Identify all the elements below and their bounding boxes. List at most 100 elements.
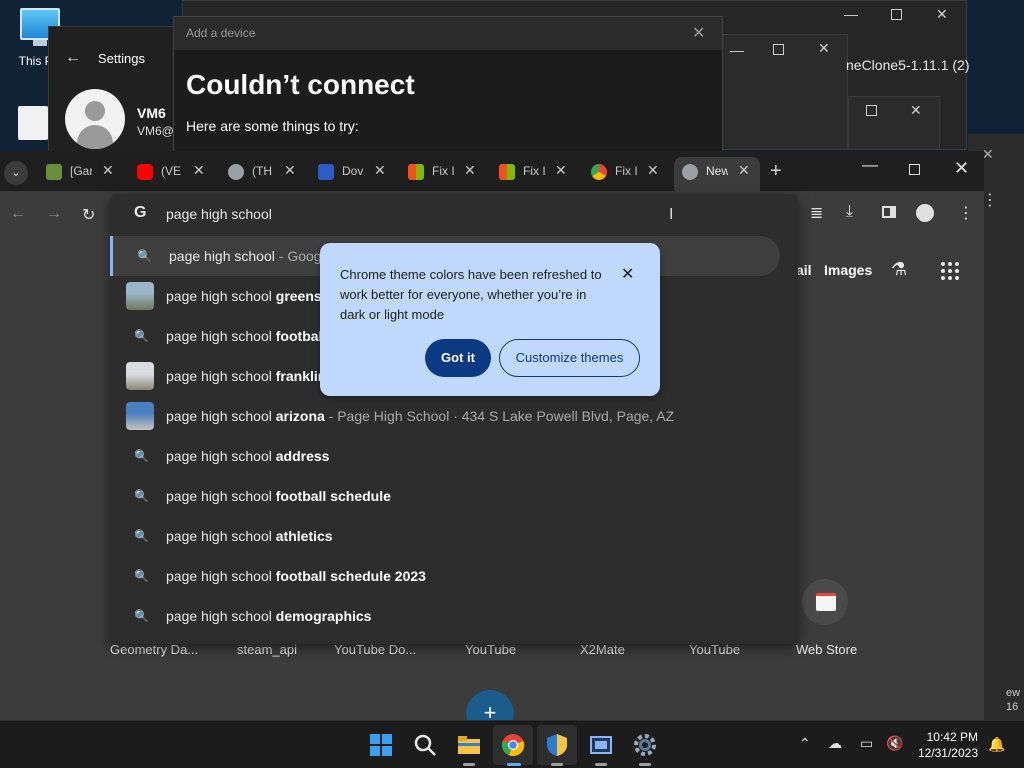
clock-date: 12/31/2023 <box>917 746 978 760</box>
forward-button[interactable]: → <box>46 205 62 223</box>
maximize-icon[interactable] <box>773 44 784 55</box>
gmail-link[interactable]: ail <box>796 262 812 278</box>
tab-title: Fix I <box>523 164 545 178</box>
suggestion-bold: address <box>275 448 330 464</box>
back-button[interactable]: ← <box>10 205 26 223</box>
cloud-offline-icon[interactable]: ☁ <box>828 735 842 752</box>
google-g-icon: G <box>134 204 147 221</box>
avatar-body <box>77 125 113 149</box>
suggestion-item[interactable]: 🔍 page high school address <box>110 436 798 476</box>
profile-icon[interactable] <box>916 204 934 222</box>
suggestion-text: page high school football <box>166 328 326 344</box>
got-it-button[interactable]: Got it <box>425 339 491 377</box>
settings-gear-icon[interactable] <box>633 733 657 757</box>
suggestion-text: page high school football schedule <box>166 488 391 504</box>
tab-close-icon[interactable]: ✕ <box>374 162 386 179</box>
side-panel-icon[interactable] <box>882 206 896 218</box>
chrome-window: ⌄ [Gar ✕ (VE ✕ (TH ✕ Dov ✕ Fix I ✕ Fix I… <box>0 151 984 738</box>
tab-title: Dov <box>342 164 364 178</box>
more-icon[interactable]: ⋮ <box>982 190 998 210</box>
suggestion-item[interactable]: 🔍 page high school football schedule <box>110 476 798 516</box>
maximize-icon[interactable] <box>866 105 877 116</box>
shortcut-label[interactable]: Geometry Da... <box>110 642 198 657</box>
suggestion-item[interactable]: 🔍 page high school football schedule 202… <box>110 556 798 596</box>
shortcut-label[interactable]: YouTube Do... <box>334 642 416 657</box>
volume-muted-icon[interactable]: 🔇 <box>886 735 903 752</box>
tab-close-icon[interactable]: ✕ <box>647 162 659 179</box>
search-icon: 🔍 <box>134 449 149 463</box>
close-button[interactable]: ✕ <box>954 158 969 179</box>
shield-icon[interactable] <box>545 733 569 757</box>
close-icon[interactable]: ✕ <box>621 264 634 284</box>
shortcut-label[interactable]: X2Mate <box>580 642 625 657</box>
tab-3[interactable]: Dov ✕ <box>318 159 390 185</box>
download-icon[interactable]: ⤓ <box>846 203 853 221</box>
chrome-icon[interactable] <box>501 733 525 757</box>
minimize-icon[interactable]: — <box>730 42 744 58</box>
network-icon[interactable]: ▭ <box>860 735 873 752</box>
suggestion-base: page high school <box>166 568 276 584</box>
media-player-icon[interactable] <box>589 733 613 757</box>
address-bar[interactable]: G page high school <box>110 194 798 234</box>
tab-close-icon[interactable]: ✕ <box>738 162 750 179</box>
shortcut-label[interactable]: YouTube <box>689 642 740 657</box>
close-icon[interactable]: ✕ <box>936 6 948 23</box>
close-icon[interactable]: ✕ <box>818 40 830 57</box>
windows-start-icon[interactable] <box>369 733 393 757</box>
clock[interactable]: 10:42 PM 12/31/2023 <box>904 729 978 761</box>
tab-7-active[interactable]: New ✕ <box>682 159 754 185</box>
settings-title: Settings <box>98 51 145 66</box>
suggestion-bold: franklin <box>275 368 327 384</box>
reload-button[interactable]: ↻ <box>82 205 95 225</box>
suggestion-item[interactable]: page high school arizona - Page High Sch… <box>110 396 798 436</box>
google-apps-icon[interactable] <box>941 262 959 280</box>
menu-icon[interactable]: ⋮ <box>958 203 974 223</box>
file-explorer-icon[interactable] <box>457 733 481 757</box>
address-bar-query[interactable]: page high school <box>166 206 272 222</box>
minimize-icon[interactable]: — <box>844 6 858 22</box>
search-icon: 🔍 <box>134 609 149 623</box>
tab-search-dropdown[interactable]: ⌄ <box>4 161 28 185</box>
tab-6[interactable]: Fix I ✕ <box>591 159 663 185</box>
globe-icon <box>228 164 244 180</box>
notification-bell-icon[interactable]: 🔔 <box>988 736 1005 753</box>
desktop-file-icon[interactable] <box>18 106 48 140</box>
close-icon[interactable]: ✕ <box>692 23 705 43</box>
tab-close-icon[interactable]: ✕ <box>193 162 205 179</box>
tab-close-icon[interactable]: ✕ <box>555 162 567 179</box>
shortcut-label[interactable]: YouTube <box>465 642 516 657</box>
search-icon[interactable] <box>413 733 437 757</box>
labs-flask-icon[interactable]: ⚗ <box>891 259 907 280</box>
shortcut-label[interactable]: steam_api <box>237 642 297 657</box>
back-arrow-icon[interactable]: ← <box>65 49 81 67</box>
suggestion-item[interactable]: 🔍 page high school athletics <box>110 516 798 556</box>
web-store-icon[interactable] <box>802 579 848 625</box>
tab-1[interactable]: (VE ✕ <box>137 159 209 185</box>
tab-close-icon[interactable]: ✕ <box>464 162 476 179</box>
dialog-title: Add a device <box>186 26 256 40</box>
minimize-button[interactable]: — <box>862 157 878 175</box>
search-icon: 🔍 <box>134 529 149 543</box>
tab-0[interactable]: [Gar ✕ <box>46 159 118 185</box>
clock-time: 10:42 PM <box>926 730 978 744</box>
tab-close-icon[interactable]: ✕ <box>102 162 114 179</box>
new-tab-button[interactable]: + <box>770 160 782 183</box>
tab-5[interactable]: Fix I ✕ <box>499 159 571 185</box>
close-icon[interactable]: ✕ <box>910 102 922 119</box>
suggestion-item[interactable]: 🔍 page high school demographics <box>110 596 798 636</box>
images-link[interactable]: Images <box>824 262 872 278</box>
maximize-icon[interactable] <box>891 9 902 20</box>
customize-themes-button[interactable]: Customize themes <box>499 339 640 377</box>
maximize-button[interactable] <box>909 164 920 175</box>
suggestion-base: page high school <box>166 448 276 464</box>
shortcut-label[interactable]: Web Store <box>796 642 857 657</box>
tab-2[interactable]: (TH ✕ <box>228 159 300 185</box>
tray-chevron-icon[interactable]: ⌃ <box>799 735 811 752</box>
search-icon: 🔍 <box>134 329 149 343</box>
suggestion-bold: demographics <box>275 608 372 624</box>
suggestion-base: page high school <box>166 328 276 344</box>
tab-4[interactable]: Fix I ✕ <box>408 159 480 185</box>
running-indicator <box>639 763 651 766</box>
tab-close-icon[interactable]: ✕ <box>284 162 296 179</box>
media-icon[interactable]: ≣ <box>810 203 823 223</box>
